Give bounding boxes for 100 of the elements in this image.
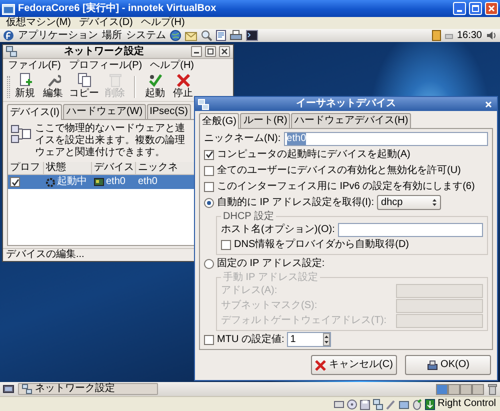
tab[interactable]: ハードウェア(W) bbox=[63, 104, 146, 119]
field-label: ホスト名(オプション)(O): bbox=[221, 224, 335, 236]
trash-can-icon bbox=[108, 73, 122, 88]
toolbar-button[interactable]: 停止 bbox=[170, 73, 196, 100]
table-cell[interactable]: 起動中 bbox=[44, 175, 92, 189]
cross-mark-icon bbox=[315, 360, 326, 370]
tab[interactable]: ハードウェアデバイス(H) bbox=[291, 113, 412, 128]
maximize-button[interactable] bbox=[205, 46, 216, 57]
protocol-dropdown[interactable]: dhcp bbox=[377, 195, 442, 210]
radio-button[interactable] bbox=[204, 198, 214, 208]
group-label: 手動 IP アドレス設定 bbox=[222, 272, 319, 283]
toolbar-button[interactable]: 起動 bbox=[142, 73, 168, 100]
checkbox[interactable] bbox=[204, 150, 214, 160]
panel-menu[interactable]: アプリケーション bbox=[18, 30, 98, 42]
dialog-button[interactable]: キャンセル(C) bbox=[311, 355, 397, 375]
tab[interactable]: デバイス(I) bbox=[7, 104, 62, 120]
taskbar-button[interactable]: ネットワーク設定 bbox=[18, 383, 158, 395]
floppy-icon[interactable] bbox=[360, 398, 370, 410]
menu-item[interactable]: ヘルプ(H) bbox=[140, 17, 185, 29]
checkbox-label: このインターフェイス用に IPv6 の設定を有効にします(6) bbox=[217, 180, 475, 192]
copy-pages-icon bbox=[76, 73, 92, 88]
toolbar-button[interactable]: 編集 bbox=[40, 73, 66, 100]
checkbox[interactable] bbox=[204, 166, 214, 176]
app-window-icon bbox=[2, 2, 15, 14]
table-cell[interactable]: eth0 bbox=[92, 175, 136, 189]
check-mark-icon bbox=[148, 73, 162, 88]
tab[interactable]: IPsec(S) bbox=[146, 104, 191, 119]
wrench-icon bbox=[46, 73, 60, 88]
window-title: イーサネットデバイス bbox=[295, 98, 397, 110]
radio-button[interactable] bbox=[204, 258, 214, 268]
show-desktop-icon[interactable] bbox=[3, 384, 14, 394]
checkbox-label: 全てのユーザーにデバイスの有効化と無効化を許可(U) bbox=[217, 164, 461, 176]
menu-item[interactable]: ヘルプ(H) bbox=[150, 60, 194, 71]
maximize-icon bbox=[207, 48, 214, 55]
window-title: FedoraCore6 [実行中] - innotek VirtualBox bbox=[18, 2, 216, 14]
maximize-icon bbox=[472, 5, 479, 12]
toolbar-button[interactable]: 新規 bbox=[12, 73, 38, 100]
new-page-icon bbox=[18, 73, 32, 88]
tab[interactable]: ルート(R) bbox=[240, 113, 290, 128]
mouse-icon[interactable] bbox=[412, 398, 422, 410]
close-button[interactable] bbox=[219, 46, 230, 57]
clock-text[interactable]: 16:30 bbox=[456, 30, 482, 42]
minimize-button[interactable] bbox=[191, 46, 202, 57]
workspace-button[interactable] bbox=[472, 384, 484, 394]
workspace-button[interactable] bbox=[460, 384, 472, 394]
fedora-logo-icon bbox=[3, 30, 14, 41]
field-label: サブネットマスク(S): bbox=[221, 300, 318, 312]
spin-field[interactable]: 1 bbox=[287, 332, 332, 347]
input-field[interactable] bbox=[338, 222, 483, 236]
checkbox-label: DNS情報をプロバイダから自動取得(D) bbox=[234, 238, 409, 250]
description-text: ここで物理的なハードウェアと連 イスを設定出来ます。複数の論理 ウェアと関連付けできます。 bbox=[35, 123, 185, 159]
printer-icon bbox=[426, 360, 438, 370]
field-label: デフォルトゲートウェイアドレス(T): bbox=[221, 314, 388, 326]
document-icon[interactable] bbox=[216, 30, 226, 41]
hardware-devices-icon bbox=[11, 123, 31, 145]
toolbar-button[interactable]: コピー bbox=[68, 73, 100, 100]
field-label: ニックネーム(N): bbox=[204, 132, 281, 144]
arrow-down-icon[interactable] bbox=[424, 398, 435, 410]
terminal-icon[interactable] bbox=[246, 30, 258, 41]
disc-icon[interactable] bbox=[346, 398, 357, 410]
globe-icon[interactable] bbox=[170, 30, 181, 41]
menu-item[interactable]: プロフィール(P) bbox=[68, 60, 142, 71]
checkbox-label: MTU の設定値: bbox=[217, 334, 284, 346]
status-text: 起動中 bbox=[57, 176, 87, 188]
dialog-button[interactable]: OK(O) bbox=[405, 355, 491, 375]
magnifier-icon[interactable] bbox=[201, 30, 212, 41]
column-header[interactable]: ニックネ bbox=[136, 162, 196, 175]
spin-arrows-icon bbox=[323, 333, 330, 346]
table-cell[interactable] bbox=[8, 175, 44, 189]
folder-icon[interactable] bbox=[398, 398, 409, 410]
network-icon[interactable] bbox=[372, 398, 383, 410]
close-icon bbox=[488, 5, 495, 12]
tab[interactable]: 全般(G) bbox=[199, 113, 240, 129]
trash-can-icon[interactable] bbox=[488, 384, 497, 394]
menu-item[interactable]: ファイル(F) bbox=[8, 60, 61, 71]
up-down-arrows-icon bbox=[432, 198, 438, 207]
host-key-text: Right Control bbox=[438, 398, 496, 410]
close-button[interactable] bbox=[483, 98, 494, 110]
panel-menu[interactable]: 場所 bbox=[102, 30, 122, 42]
workspace-button[interactable] bbox=[448, 384, 460, 394]
menu-item[interactable]: 仮想マシン(M) bbox=[6, 17, 71, 29]
checkbox-label: コンピュータの起動時にデバイスを起動(A) bbox=[217, 148, 410, 160]
checkbox[interactable] bbox=[204, 182, 214, 192]
network-app-icon bbox=[22, 384, 32, 394]
column-header[interactable]: 状態 bbox=[44, 162, 92, 175]
speaker-icon[interactable] bbox=[486, 30, 497, 41]
notes-icon[interactable] bbox=[432, 30, 441, 41]
checkbox[interactable] bbox=[221, 240, 231, 250]
network-app-icon bbox=[198, 98, 209, 110]
printer-icon[interactable] bbox=[230, 30, 242, 41]
network-app-icon bbox=[6, 46, 17, 57]
table-cell[interactable]: eth0 bbox=[136, 175, 196, 189]
small-square-icon[interactable] bbox=[444, 32, 453, 40]
checkbox[interactable] bbox=[10, 177, 20, 187]
panel-menu[interactable]: システム bbox=[126, 30, 166, 42]
checkbox[interactable] bbox=[204, 334, 214, 344]
menu-item[interactable]: デバイス(D) bbox=[79, 17, 133, 29]
close-icon bbox=[485, 100, 492, 108]
envelope-icon[interactable] bbox=[185, 30, 197, 40]
column-header[interactable]: デバイス bbox=[92, 162, 136, 175]
